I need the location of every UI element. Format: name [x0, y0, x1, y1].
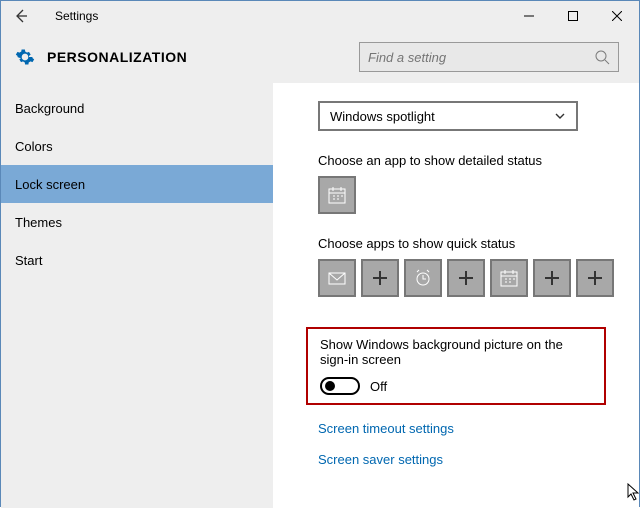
sidebar-item-themes[interactable]: Themes [1, 203, 273, 241]
page-title: PERSONALIZATION [47, 49, 187, 65]
gear-icon [15, 47, 35, 67]
screen-timeout-link[interactable]: Screen timeout settings [318, 421, 619, 436]
search-input[interactable] [368, 50, 594, 65]
quick-status-label: Choose apps to show quick status [318, 236, 619, 251]
calendar-icon [327, 185, 347, 205]
toggle-knob [325, 381, 335, 391]
detailed-status-label: Choose an app to show detailed status [318, 153, 619, 168]
quick-status-alarm[interactable] [404, 259, 442, 297]
plus-icon [370, 268, 390, 288]
quick-status-add-2[interactable] [447, 259, 485, 297]
maximize-icon [568, 11, 578, 21]
cursor-icon [627, 483, 639, 501]
alarm-icon [413, 268, 433, 288]
quick-status-add-4[interactable] [576, 259, 614, 297]
back-arrow-icon [13, 8, 29, 24]
header: PERSONALIZATION [1, 31, 639, 83]
quick-status-mail[interactable] [318, 259, 356, 297]
close-button[interactable] [595, 1, 639, 31]
sidebar-item-background[interactable]: Background [1, 89, 273, 127]
sidebar-item-colors[interactable]: Colors [1, 127, 273, 165]
search-box[interactable] [359, 42, 619, 72]
window-title: Settings [55, 9, 98, 23]
minimize-icon [524, 11, 534, 21]
sidebar-item-lock-screen[interactable]: Lock screen [1, 165, 273, 203]
window-controls [507, 1, 639, 31]
quick-status-add-3[interactable] [533, 259, 571, 297]
quick-status-add-1[interactable] [361, 259, 399, 297]
search-icon [594, 49, 610, 65]
content-pane: Windows spotlight Choose an app to show … [273, 83, 639, 508]
close-icon [612, 11, 622, 21]
plus-icon [585, 268, 605, 288]
signin-picture-toggle[interactable] [320, 377, 360, 395]
signin-picture-label: Show Windows background picture on the s… [320, 337, 594, 367]
plus-icon [542, 268, 562, 288]
mail-icon [327, 268, 347, 288]
sidebar-item-start[interactable]: Start [1, 241, 273, 279]
detailed-status-app-calendar[interactable] [318, 176, 356, 214]
toggle-state-text: Off [370, 379, 387, 394]
minimize-button[interactable] [507, 1, 551, 31]
highlight-box: Show Windows background picture on the s… [306, 327, 606, 405]
plus-icon [456, 268, 476, 288]
dropdown-value: Windows spotlight [330, 109, 435, 124]
titlebar: Settings [1, 1, 639, 31]
maximize-button[interactable] [551, 1, 595, 31]
screen-saver-link[interactable]: Screen saver settings [318, 452, 619, 467]
back-button[interactable] [7, 2, 35, 30]
quick-status-calendar[interactable] [490, 259, 528, 297]
calendar-icon [499, 268, 519, 288]
background-dropdown[interactable]: Windows spotlight [318, 101, 578, 131]
chevron-down-icon [554, 110, 566, 122]
sidebar: Background Colors Lock screen Themes Sta… [1, 83, 273, 508]
